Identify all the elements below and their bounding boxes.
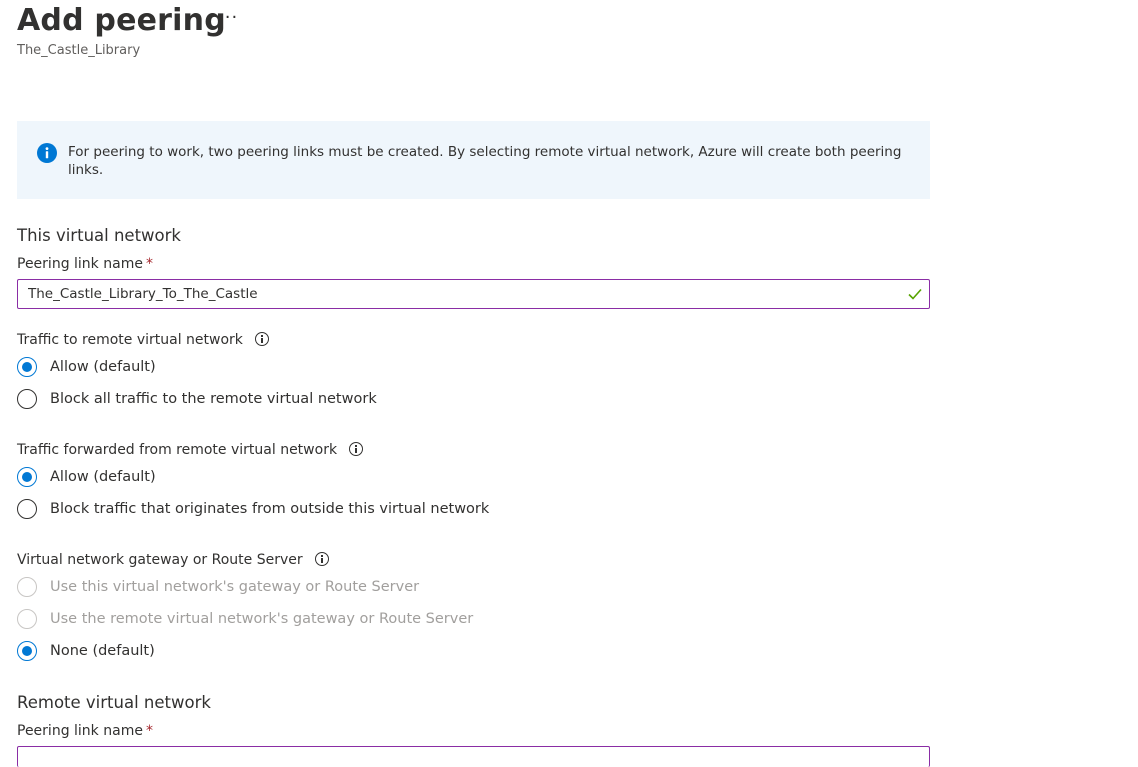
radio-button[interactable] — [17, 389, 37, 409]
traffic-to-remote-label-text: Traffic to remote virtual network — [17, 332, 243, 348]
remote-peering-link-name-field[interactable] — [17, 746, 930, 767]
remote-peering-link-name-label: Peering link name * — [17, 721, 153, 741]
info-tooltip-icon[interactable] — [254, 332, 269, 346]
gateway-label: Virtual network gateway or Route Server — [17, 550, 329, 570]
radio-gateway-none[interactable]: None (default) — [17, 639, 155, 663]
peering-link-name-label: Peering link name * — [17, 254, 153, 274]
required-marker: * — [145, 256, 153, 272]
peering-link-name-input[interactable] — [18, 280, 898, 308]
radio-gateway-use-remote: Use the remote virtual network's gateway… — [17, 607, 473, 631]
radio-label: Use the remote virtual network's gateway… — [50, 611, 474, 627]
radio-button[interactable] — [17, 467, 37, 487]
peering-link-name-field[interactable] — [17, 279, 930, 309]
peering-link-name-label-text: Peering link name — [17, 256, 143, 272]
info-icon — [37, 143, 57, 163]
traffic-to-remote-label: Traffic to remote virtual network — [17, 330, 269, 350]
more-options-button[interactable]: ··· — [218, 8, 238, 28]
gateway-label-text: Virtual network gateway or Route Server — [17, 552, 303, 568]
info-banner: For peering to work, two peering links m… — [17, 121, 930, 199]
traffic-forwarded-label: Traffic forwarded from remote virtual ne… — [17, 440, 364, 460]
radio-traffic-to-remote-block[interactable]: Block all traffic to the remote virtual … — [17, 387, 377, 411]
section-title-remote-network: Remote virtual network — [17, 693, 211, 712]
radio-button[interactable] — [17, 641, 37, 661]
radio-button[interactable] — [17, 357, 37, 377]
traffic-forwarded-label-text: Traffic forwarded from remote virtual ne… — [17, 442, 338, 458]
checkmark-icon — [908, 288, 922, 300]
radio-label: Allow (default) — [50, 469, 156, 485]
radio-gateway-use-this: Use this virtual network's gateway or Ro… — [17, 575, 419, 599]
radio-traffic-forwarded-allow[interactable]: Allow (default) — [17, 465, 156, 489]
remote-peering-link-name-label-text: Peering link name — [17, 723, 143, 739]
info-tooltip-icon[interactable] — [349, 442, 364, 456]
radio-button-disabled — [17, 577, 37, 597]
radio-traffic-to-remote-allow[interactable]: Allow (default) — [17, 355, 156, 379]
page-title: Add peering — [17, 3, 226, 38]
required-marker: * — [145, 723, 153, 739]
page-subtitle: The_Castle_Library — [17, 43, 141, 58]
info-tooltip-icon[interactable] — [314, 552, 329, 566]
radio-label: Block traffic that originates from outsi… — [50, 501, 490, 517]
section-title-this-network: This virtual network — [17, 226, 181, 245]
radio-button-disabled — [17, 609, 37, 629]
info-banner-text: For peering to work, two peering links m… — [68, 144, 902, 178]
radio-label: None (default) — [50, 643, 155, 659]
radio-label: Allow (default) — [50, 359, 156, 375]
radio-button[interactable] — [17, 499, 37, 519]
radio-label: Use this virtual network's gateway or Ro… — [50, 579, 420, 595]
radio-traffic-forwarded-block[interactable]: Block traffic that originates from outsi… — [17, 497, 489, 521]
radio-label: Block all traffic to the remote virtual … — [50, 391, 377, 407]
